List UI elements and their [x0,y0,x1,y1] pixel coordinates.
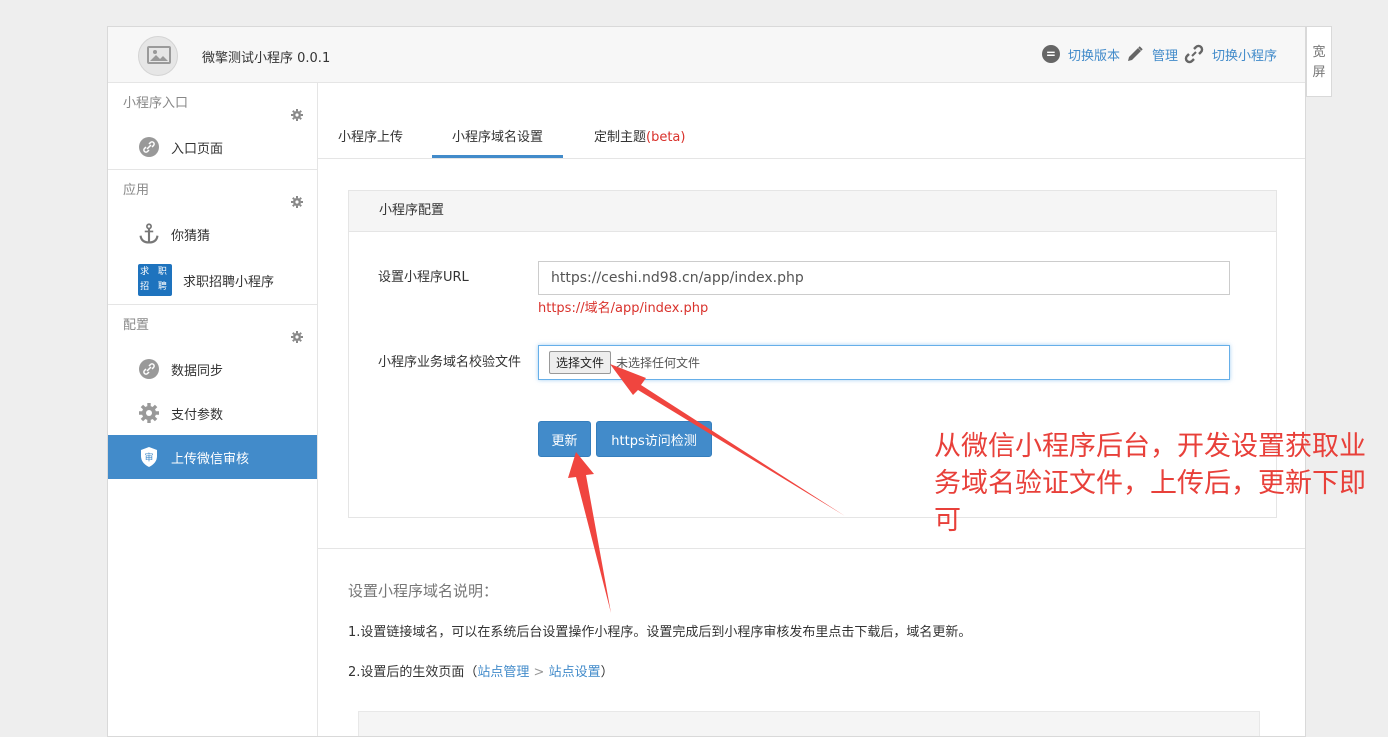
sidebar-item-guess[interactable]: 你猜猜 [108,212,317,256]
url-hint: https://域名/app/index.php [538,301,709,316]
annotation-text: 从微信小程序后台，开发设置获取业务域名验证文件，上传后，更新下即可 [934,431,1366,536]
sidebar-item-recruit[interactable]: 求 职 招 聘 求职招聘小程序 [108,256,317,304]
sidebar-item-data-sync[interactable]: 数据同步 [108,347,317,391]
pencil-icon [1126,45,1144,63]
divider [318,548,1305,549]
url-input[interactable] [538,261,1230,295]
preview-box [358,711,1260,736]
gear-icon [138,402,160,424]
sidebar-group-title: 应用 [108,170,317,212]
switch-version-link[interactable]: = 切换版本 [1041,45,1120,64]
link-icon [1184,44,1204,64]
file-upload-field[interactable]: 选择文件 未选择任何文件 [538,345,1230,380]
header-actions: = 切换版本 管理 切换小程序 [1036,44,1277,64]
svg-text:审: 审 [144,452,153,464]
sidebar: 小程序入口 入口页面 应用 你猜猜 求 职 招 聘 求职招聘小程序 配置 数据同… [108,83,318,736]
app-avatar [138,36,178,76]
image-placeholder-icon [147,46,171,64]
tab-custom-theme[interactable]: 定制主题(beta) [594,112,685,158]
switch-app-link[interactable]: 切换小程序 [1184,44,1277,64]
wide-screen-button[interactable]: 宽屏 [1306,26,1332,97]
top-header: 微擎测试小程序 0.0.1 = 切换版本 管理 切换小程序 [108,27,1305,83]
file-label: 小程序业务域名校验文件 [378,355,522,370]
file-status: 未选择任何文件 [616,356,701,370]
note-line-1: 1.设置链接域名，可以在系统后台设置操作小程序。设置完成后到小程序审核发布里点击… [348,625,972,640]
tab-upload[interactable]: 小程序上传 [338,112,403,158]
tab-domain-settings[interactable]: 小程序域名设置 [432,112,564,158]
main-content: 小程序上传 小程序域名设置 定制主题(beta) 小程序配置 设置小程序URL … [318,83,1305,736]
recruit-app-icon: 求 职 招 聘 [138,264,172,296]
switch-version-icon: = [1041,45,1060,63]
sidebar-item-wechat-review[interactable]: 审 上传微信审核 [108,435,317,479]
shield-icon: 审 [138,446,160,468]
anchor-icon [138,223,160,245]
sidebar-group-title: 配置 [108,305,317,347]
tab-bar: 小程序上传 小程序域名设置 定制主题(beta) [318,83,1305,159]
site-settings-link[interactable]: 站点设置 [549,665,601,680]
https-check-button[interactable]: https访问检测 [596,421,712,457]
note-line-2: 2.设置后的生效页面（站点管理 > 站点设置） [348,665,614,680]
panel-title: 小程序配置 [349,191,1276,232]
sidebar-item-payment[interactable]: 支付参数 [108,391,317,435]
sidebar-group-title: 小程序入口 [108,83,317,125]
sidebar-item-entry-page[interactable]: 入口页面 [108,125,317,169]
link-icon [139,359,159,379]
update-button[interactable]: 更新 [538,421,591,457]
choose-file-button[interactable]: 选择文件 [549,351,612,374]
url-label: 设置小程序URL [378,270,469,285]
sidebar-group-entry: 小程序入口 入口页面 [108,83,317,170]
site-manage-link[interactable]: 站点管理 [477,665,529,680]
link-icon [139,137,159,157]
sidebar-group-config: 配置 数据同步 支付参数 审 上传微信审核 [108,305,317,479]
app-window: 微擎测试小程序 0.0.1 = 切换版本 管理 切换小程序 小程序入口 入口页面… [107,26,1306,737]
sidebar-group-apps: 应用 你猜猜 求 职 招 聘 求职招聘小程序 [108,170,317,305]
app-title: 微擎测试小程序 0.0.1 [202,51,331,66]
manage-link[interactable]: 管理 [1126,45,1178,64]
notes-title: 设置小程序域名说明： [348,582,499,600]
